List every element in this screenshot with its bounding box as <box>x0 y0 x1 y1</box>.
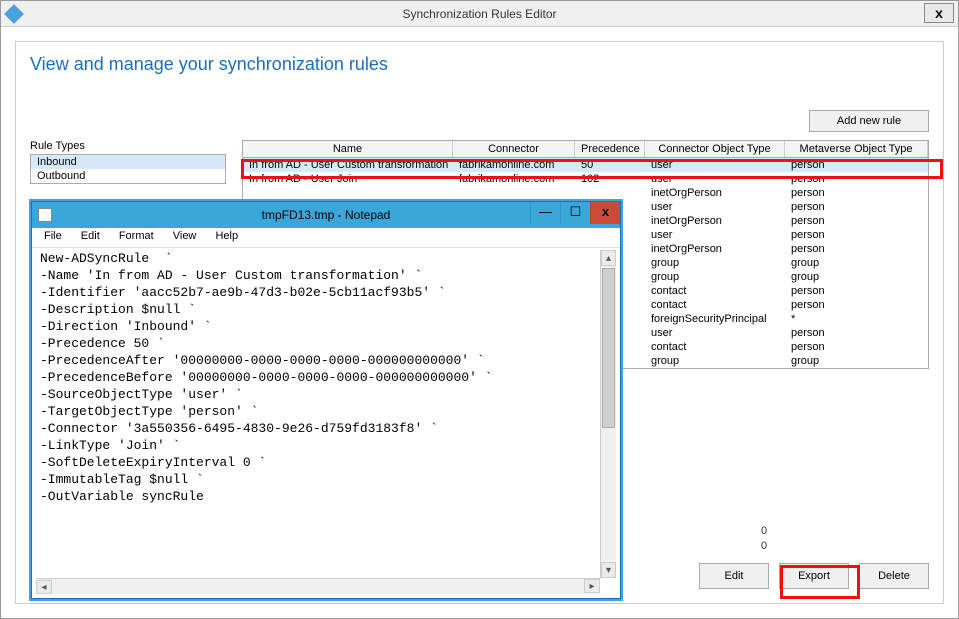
scroll-down-icon[interactable]: ▾ <box>601 562 616 578</box>
cell-precedence <box>575 186 645 200</box>
cell-connector: fabrikamonline.com <box>453 172 575 186</box>
titlebar: Synchronization Rules Editor x <box>1 1 958 27</box>
col-name[interactable]: Name <box>243 141 453 157</box>
col-metaverse-object-type[interactable]: Metaverse Object Type <box>785 141 928 157</box>
col-precedence[interactable]: Precedence <box>575 141 645 157</box>
cell-connector-object-type: inetOrgPerson <box>645 186 785 200</box>
notepad-window-controls: — ☐ x <box>530 202 620 224</box>
cell-connector-object-type: user <box>645 326 785 340</box>
cell-metaverse-object-type: group <box>785 270 928 284</box>
cell-name <box>243 186 453 200</box>
cell-connector-object-type: contact <box>645 340 785 354</box>
table-row[interactable]: In from AD - User Custom transformationf… <box>243 158 928 172</box>
count-a: 0 <box>599 525 929 540</box>
rule-type-inbound[interactable]: Inbound <box>31 155 225 169</box>
scroll-up-icon[interactable]: ▴ <box>601 250 616 266</box>
export-button[interactable]: Export <box>779 563 849 589</box>
scroll-left-icon[interactable]: ◂ <box>36 580 52 594</box>
cell-precedence: 102 <box>575 172 645 186</box>
col-connector-object-type[interactable]: Connector Object Type <box>645 141 785 157</box>
notepad-window[interactable]: tmpFD13.tmp - Notepad — ☐ x File Edit Fo… <box>31 201 621 599</box>
menu-help[interactable]: Help <box>207 228 246 244</box>
window-close-button[interactable]: x <box>924 3 954 23</box>
cell-connector-object-type: inetOrgPerson <box>645 214 785 228</box>
cell-connector-object-type: contact <box>645 284 785 298</box>
notepad-maximize-button[interactable]: ☐ <box>560 202 590 224</box>
cell-connector-object-type: user <box>645 172 785 186</box>
cell-metaverse-object-type: person <box>785 228 928 242</box>
app-window: Synchronization Rules Editor x View and … <box>0 0 959 619</box>
scroll-right-icon[interactable]: ▸ <box>584 579 600 593</box>
cell-connector: fabrikamonline.com <box>453 158 575 172</box>
cell-connector-object-type: user <box>645 200 785 214</box>
delete-button[interactable]: Delete <box>859 563 929 589</box>
notepad-vscrollbar[interactable]: ▴ ▾ <box>600 250 616 578</box>
cell-metaverse-object-type: person <box>785 284 928 298</box>
col-connector[interactable]: Connector <box>453 141 575 157</box>
menu-edit[interactable]: Edit <box>73 228 108 244</box>
table-row[interactable]: inetOrgPersonperson <box>243 186 928 200</box>
menu-view[interactable]: View <box>165 228 205 244</box>
cell-connector-object-type: contact <box>645 298 785 312</box>
cell-metaverse-object-type: person <box>785 340 928 354</box>
cell-metaverse-object-type: person <box>785 242 928 256</box>
cell-connector-object-type: group <box>645 270 785 284</box>
cell-connector-object-type: user <box>645 158 785 172</box>
notepad-text[interactable]: New-ADSyncRule ` -Name 'In from AD - Use… <box>36 250 616 505</box>
page-heading: View and manage your synchronization rul… <box>30 54 929 75</box>
action-buttons: Edit Export Delete <box>699 563 929 589</box>
scroll-thumb[interactable] <box>602 268 615 428</box>
cell-name: In from AD - User Custom transformation <box>243 158 453 172</box>
notepad-minimize-button[interactable]: — <box>530 202 560 224</box>
cell-metaverse-object-type: person <box>785 298 928 312</box>
selection-counts: 0 0 <box>599 525 929 555</box>
notepad-menubar: File Edit Format View Help <box>32 228 620 248</box>
cell-connector-object-type: foreignSecurityPrincipal <box>645 312 785 326</box>
cell-metaverse-object-type: person <box>785 186 928 200</box>
menu-format[interactable]: Format <box>111 228 162 244</box>
cell-metaverse-object-type: person <box>785 200 928 214</box>
cell-connector-object-type: user <box>645 228 785 242</box>
add-new-rule-button[interactable]: Add new rule <box>809 110 929 132</box>
table-row[interactable]: In from AD - User Joinfabrikamonline.com… <box>243 172 928 186</box>
count-b: 0 <box>599 540 929 555</box>
cell-metaverse-object-type: group <box>785 354 928 368</box>
cell-precedence: 50 <box>575 158 645 172</box>
edit-button[interactable]: Edit <box>699 563 769 589</box>
cell-name: In from AD - User Join <box>243 172 453 186</box>
window-title: Synchronization Rules Editor <box>1 7 958 21</box>
cell-connector-object-type: inetOrgPerson <box>645 242 785 256</box>
notepad-close-button[interactable]: x <box>590 202 620 224</box>
grid-header: Name Connector Precedence Connector Obje… <box>242 140 929 158</box>
cell-metaverse-object-type: * <box>785 312 928 326</box>
cell-metaverse-object-type: person <box>785 172 928 186</box>
rule-type-outbound[interactable]: Outbound <box>31 169 225 183</box>
menu-file[interactable]: File <box>36 228 70 244</box>
cell-connector-object-type: group <box>645 354 785 368</box>
rule-types-list[interactable]: Inbound Outbound <box>30 154 226 184</box>
rule-types-label: Rule Types <box>30 140 226 152</box>
cell-metaverse-object-type: person <box>785 158 928 172</box>
cell-metaverse-object-type: group <box>785 256 928 270</box>
cell-connector-object-type: group <box>645 256 785 270</box>
cell-metaverse-object-type: person <box>785 214 928 228</box>
notepad-titlebar[interactable]: tmpFD13.tmp - Notepad — ☐ x <box>32 202 620 228</box>
cell-connector <box>453 186 575 200</box>
notepad-hscrollbar[interactable]: ◂ ▸ <box>36 578 600 594</box>
notepad-body[interactable]: New-ADSyncRule ` -Name 'In from AD - Use… <box>36 250 616 578</box>
cell-metaverse-object-type: person <box>785 326 928 340</box>
